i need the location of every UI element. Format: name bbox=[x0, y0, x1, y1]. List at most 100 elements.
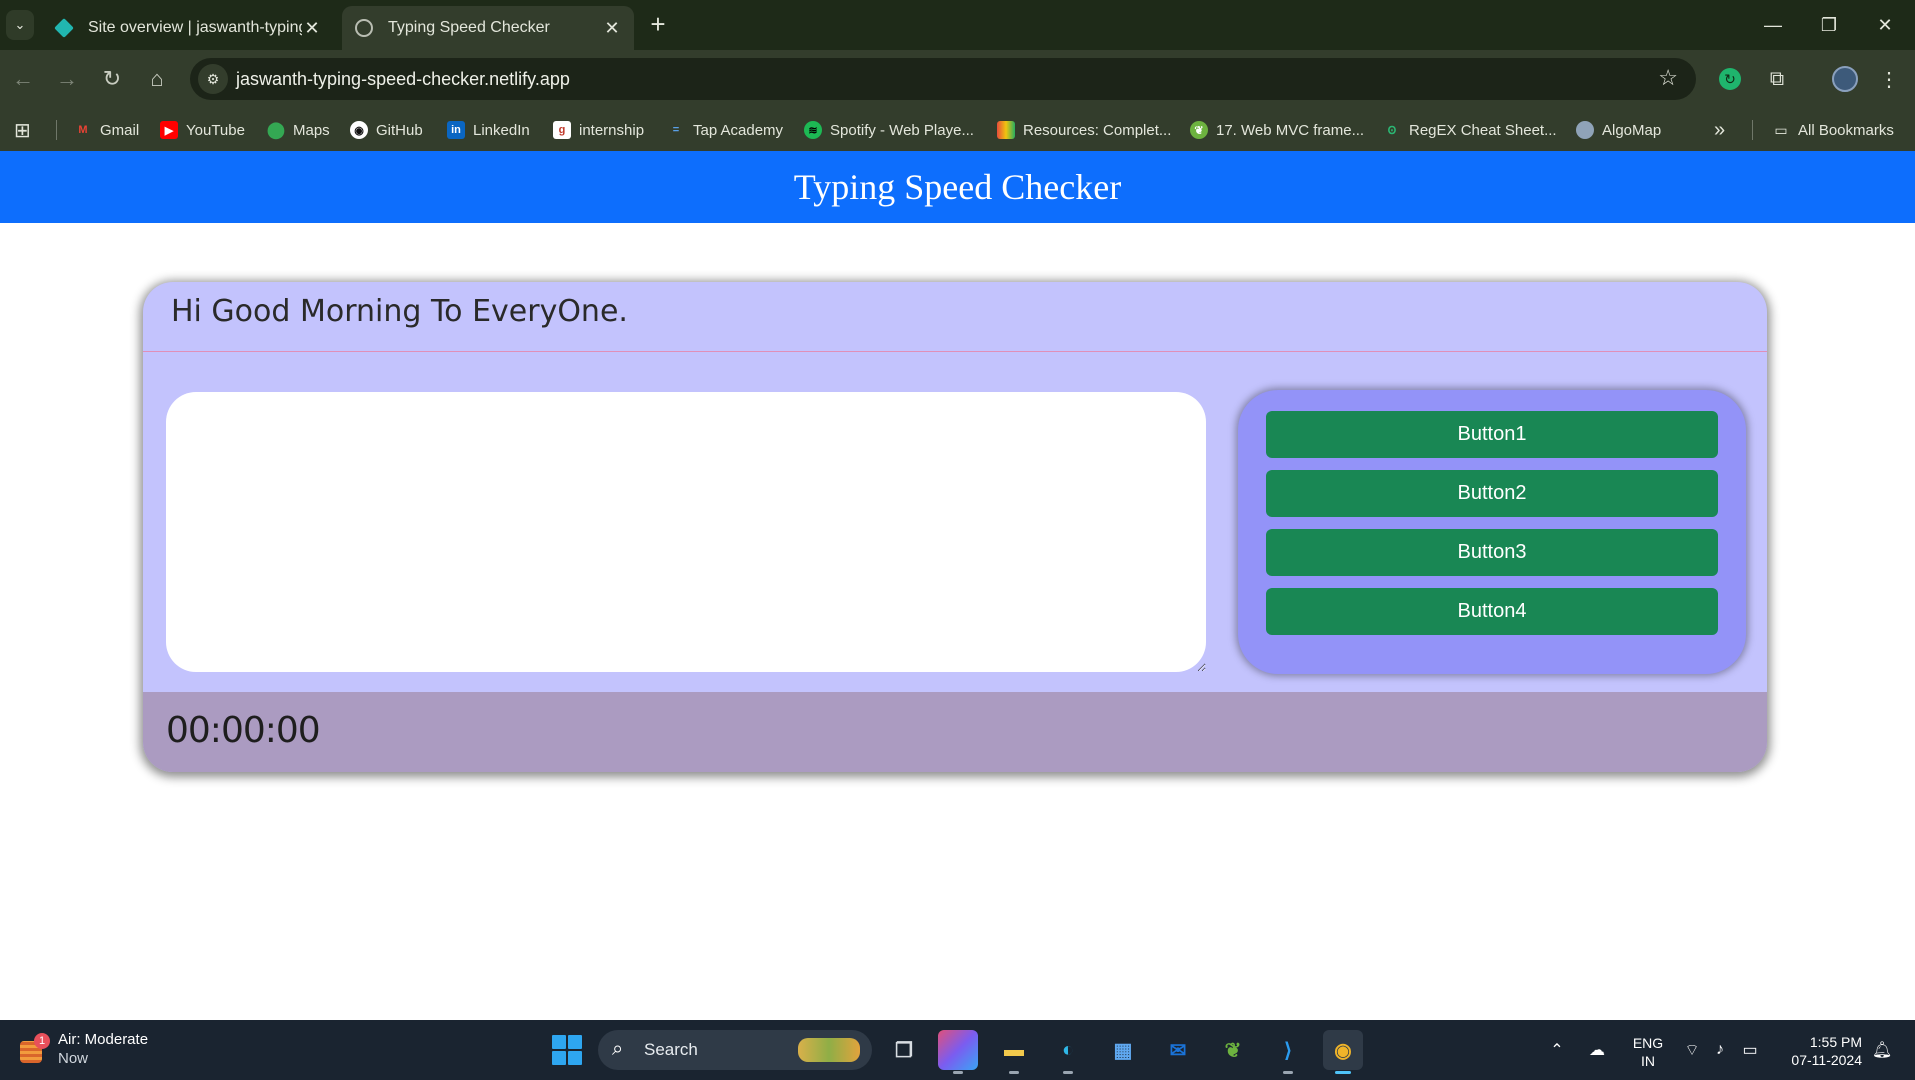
resources-icon bbox=[997, 121, 1015, 139]
clock-time: 1:55 PM bbox=[1809, 1034, 1862, 1050]
new-tab-button[interactable]: + bbox=[646, 10, 670, 40]
bookmark-label: Tap Academy bbox=[693, 121, 784, 139]
browser-tab-bar: ⌄ Site overview | jaswanth-typing ✕ Typi… bbox=[0, 0, 1915, 50]
microsoft-store-icon[interactable]: ▦ bbox=[1103, 1030, 1143, 1070]
task-view-icon[interactable]: ❐ bbox=[884, 1030, 924, 1070]
bookmark-algomap[interactable]: AlgoMap bbox=[1576, 118, 1661, 142]
browser-menu-icon[interactable]: ⋮ bbox=[1874, 64, 1904, 94]
search-highlight-image bbox=[798, 1038, 860, 1062]
spotify-icon: ≋ bbox=[804, 121, 822, 139]
show-hidden-icons-chevron-icon[interactable]: ⌃ bbox=[1544, 1020, 1570, 1080]
tab-title: Site overview | jaswanth-typing bbox=[88, 19, 302, 36]
button-4[interactable]: Button4 bbox=[1266, 588, 1718, 635]
extensions-puzzle-icon[interactable]: ⧉ bbox=[1762, 64, 1792, 94]
bookmark-separator bbox=[1752, 120, 1753, 140]
bookmark-resources[interactable]: Resources: Complet... bbox=[997, 118, 1171, 142]
notification-badge: 1 bbox=[34, 1033, 50, 1049]
bookmark-youtube[interactable]: ▶ YouTube bbox=[160, 118, 245, 142]
globe-icon bbox=[354, 18, 374, 38]
search-label: Search bbox=[644, 1040, 698, 1059]
close-window-button[interactable]: ✕ bbox=[1857, 0, 1913, 50]
button-1[interactable]: Button1 bbox=[1266, 411, 1718, 458]
bookmark-tap-academy[interactable]: = Tap Academy bbox=[667, 118, 783, 142]
copilot-icon[interactable] bbox=[938, 1030, 978, 1074]
bookmark-star-icon[interactable]: ☆ bbox=[1658, 65, 1678, 91]
air-quality-icon: 1 bbox=[20, 1033, 50, 1063]
typing-input[interactable] bbox=[166, 392, 1206, 672]
tab-typing-speed-checker[interactable]: Typing Speed Checker ✕ bbox=[342, 6, 634, 50]
bookmark-maps[interactable]: ⬤ Maps bbox=[267, 118, 330, 142]
minimize-button[interactable]: — bbox=[1745, 0, 1801, 50]
spring-tool-suite-icon[interactable]: ❦ bbox=[1213, 1030, 1253, 1070]
tab-close-icon[interactable]: ✕ bbox=[602, 18, 622, 39]
bookmark-spotify[interactable]: ≋ Spotify - Web Playe... bbox=[804, 118, 974, 142]
windows-start-icon[interactable] bbox=[552, 1035, 582, 1065]
outlook-icon[interactable]: ✉ bbox=[1158, 1030, 1198, 1070]
vscode-icon[interactable]: ⟩ bbox=[1268, 1030, 1308, 1074]
bookmark-linkedin[interactable]: in LinkedIn bbox=[447, 118, 530, 142]
gmail-icon: M bbox=[78, 124, 88, 136]
button-panel: Button1 Button2 Button3 Button4 bbox=[1238, 390, 1746, 674]
weather-sub: Now bbox=[58, 1050, 89, 1067]
language-indicator[interactable]: ENG IN bbox=[1620, 1034, 1676, 1070]
notification-bell-icon[interactable]: 🔔︎ bbox=[1868, 1020, 1896, 1080]
all-bookmarks[interactable]: ▭ All Bookmarks bbox=[1772, 118, 1894, 142]
tap-academy-icon: = bbox=[672, 124, 680, 136]
battery-icon[interactable]: ▭ bbox=[1736, 1020, 1764, 1080]
chrome-icon[interactable]: ◉ bbox=[1323, 1030, 1363, 1074]
region-code: IN bbox=[1641, 1053, 1655, 1069]
restore-button[interactable]: ❐ bbox=[1801, 0, 1857, 50]
volume-icon[interactable]: ♪ bbox=[1708, 1020, 1732, 1080]
timer-display: 00:00:00 bbox=[166, 710, 321, 751]
file-explorer-icon[interactable]: ▬ bbox=[994, 1030, 1034, 1074]
timer-bar: 00:00:00 bbox=[143, 692, 1767, 772]
clock[interactable]: 1:55 PM 07-11-2024 bbox=[1772, 1033, 1862, 1069]
wifi-icon[interactable]: ⌔ bbox=[1680, 1020, 1704, 1080]
maps-icon: ⬤ bbox=[267, 122, 285, 139]
page-title: Typing Speed Checker bbox=[793, 167, 1122, 207]
bookmark-label: AlgoMap bbox=[1602, 121, 1662, 139]
taskbar-search[interactable]: ⌕ Search bbox=[598, 1030, 872, 1070]
spring-icon: ❦ bbox=[1190, 121, 1208, 139]
profile-avatar[interactable] bbox=[1830, 64, 1860, 94]
button-2[interactable]: Button2 bbox=[1266, 470, 1718, 517]
back-button[interactable]: ← bbox=[6, 63, 40, 95]
page-header: Typing Speed Checker bbox=[0, 151, 1915, 223]
weather-widget[interactable]: 1 Air: Moderate Now bbox=[20, 1030, 148, 1068]
tab-site-overview[interactable]: Site overview | jaswanth-typing ✕ bbox=[42, 6, 334, 50]
bookmark-web-mvc[interactable]: ❦ 17. Web MVC frame... bbox=[1190, 118, 1364, 142]
button-3[interactable]: Button3 bbox=[1266, 529, 1718, 576]
bookmark-internship[interactable]: g internship bbox=[553, 118, 644, 142]
folder-icon: ▭ bbox=[1774, 121, 1788, 138]
url-text[interactable]: jaswanth-typing-speed-checker.netlify.ap… bbox=[236, 69, 570, 90]
onedrive-cloud-icon[interactable]: ☁ bbox=[1582, 1020, 1612, 1080]
bookmark-gmail[interactable]: M Gmail bbox=[74, 118, 139, 142]
bookmark-label: All Bookmarks bbox=[1798, 121, 1894, 139]
bookmark-regex[interactable]: Ꙩ RegEX Cheat Sheet... bbox=[1383, 118, 1557, 142]
bookmark-label: 17. Web MVC frame... bbox=[1216, 121, 1365, 139]
extension-sync-icon[interactable]: ↻ bbox=[1715, 64, 1745, 94]
site-info-icon[interactable]: ⚙ bbox=[198, 64, 228, 94]
edge-icon[interactable]: ◐ bbox=[1048, 1030, 1088, 1074]
more-bookmarks-chevron-icon[interactable]: » bbox=[1714, 118, 1725, 142]
bookmark-github[interactable]: ◉ GitHub bbox=[350, 118, 423, 142]
algomap-icon bbox=[1576, 121, 1594, 139]
address-bar[interactable]: ⚙ jaswanth-typing-speed-checker.netlify.… bbox=[190, 58, 1696, 100]
bookmark-label: LinkedIn bbox=[473, 121, 530, 139]
tab-search-button[interactable]: ⌄ bbox=[6, 10, 34, 40]
bookmark-label: RegEX Cheat Sheet... bbox=[1409, 121, 1557, 139]
target-sentence: Hi Good Morning To EveryOne. bbox=[171, 294, 628, 329]
home-button[interactable]: ⌂ bbox=[140, 63, 174, 95]
typing-card: Hi Good Morning To EveryOne. Button1 But… bbox=[143, 282, 1767, 772]
search-icon: ⌕ bbox=[612, 1038, 624, 1060]
reload-button[interactable]: ↻ bbox=[95, 63, 129, 95]
tab-close-icon[interactable]: ✕ bbox=[302, 18, 322, 39]
browser-toolbar: ← → ↻ ⌂ ⚙ jaswanth-typing-speed-checker.… bbox=[0, 50, 1915, 108]
github-icon: ◉ bbox=[350, 121, 368, 139]
bookmark-label: YouTube bbox=[186, 121, 245, 139]
apps-grid-icon[interactable]: ⊞ bbox=[14, 118, 31, 142]
linkedin-icon: in bbox=[447, 121, 465, 139]
bookmark-separator bbox=[56, 120, 57, 140]
sentence-bar: Hi Good Morning To EveryOne. bbox=[143, 282, 1767, 352]
forward-button[interactable]: → bbox=[50, 63, 84, 95]
